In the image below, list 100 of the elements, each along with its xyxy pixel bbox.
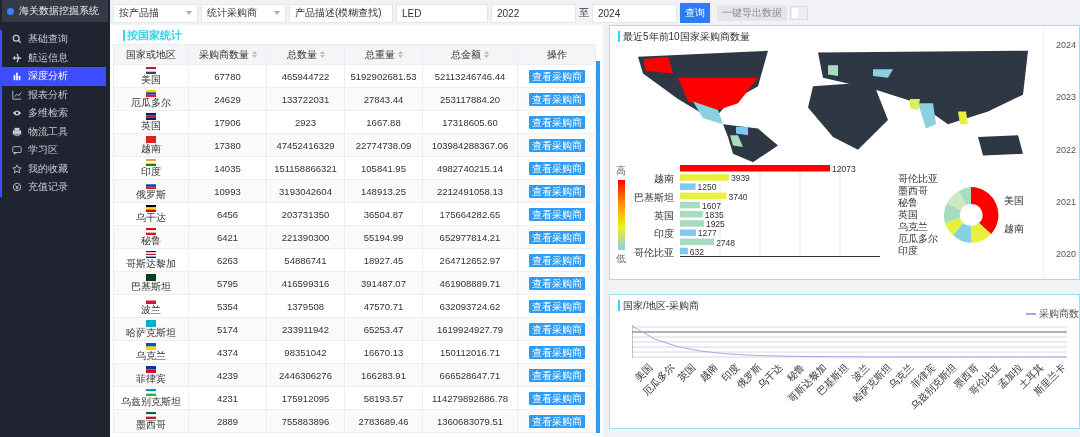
table-cell: 5192902681.53	[344, 64, 423, 88]
timeline-year[interactable]: 2021	[1055, 196, 1076, 207]
timeline-year[interactable]: 2023	[1055, 92, 1076, 103]
bar-value: 1925	[705, 219, 725, 230]
timeline-year[interactable]: 2022	[1055, 144, 1076, 155]
section-title: 按国家统计	[123, 30, 182, 41]
caret-icon	[186, 11, 192, 15]
column-header[interactable]: 总数量	[266, 44, 345, 65]
country-name: 菲律宾	[136, 373, 166, 384]
table-cell: 52113246746.44	[422, 64, 518, 88]
logo-icon	[7, 7, 14, 15]
caret-icon	[274, 11, 280, 15]
table-cell: 6456	[188, 202, 267, 226]
keyword-field[interactable]: LED	[396, 3, 488, 23]
printer-icon	[12, 126, 22, 137]
table-cell: 4982740215.14	[422, 156, 518, 180]
axis-label: 越南	[696, 361, 721, 386]
table-cell: 14035	[188, 156, 267, 180]
sidebar-item[interactable]: 深度分析	[2, 67, 106, 86]
sidebar-item[interactable]: 充值记录	[2, 178, 106, 197]
sidebar-item[interactable]: 物流工具	[2, 122, 106, 141]
sidebar-item[interactable]: 多维检索	[2, 104, 106, 123]
table-cell: 36504.87	[344, 202, 423, 226]
column-header[interactable]: 总重量	[344, 44, 423, 65]
country-name: 俄罗斯	[136, 189, 166, 200]
table-cell: 6263	[188, 248, 267, 272]
sidebar-item[interactable]: 学习区	[2, 141, 106, 160]
card-title: 国家/地区-采购商	[618, 300, 700, 311]
column-header: 国家或地区	[113, 44, 189, 65]
slice-label: 美国	[1004, 195, 1024, 207]
flag-icon	[146, 412, 156, 419]
flag-icon	[146, 343, 156, 350]
app-title: 海关数据挖掘系统	[19, 4, 99, 18]
bar	[680, 220, 704, 227]
column-header[interactable]: 采购商数量	[188, 44, 267, 65]
timeline-year[interactable]: 2024	[1055, 40, 1076, 50]
country-name: 哥斯达黎加	[126, 258, 176, 269]
query-button[interactable]: 查询	[680, 3, 710, 23]
year-from-field[interactable]: 2022	[491, 3, 576, 23]
scrollbar[interactable]	[596, 61, 600, 433]
table-cell: 54886741	[266, 248, 345, 272]
table-cell: 5354	[188, 294, 267, 318]
sort-icon[interactable]	[484, 51, 489, 58]
slice-label: 英国	[898, 209, 919, 221]
table-cell: 67780	[188, 64, 267, 88]
bar-value: 1607	[701, 200, 721, 211]
sidebar-item[interactable]: 我的收藏	[2, 159, 106, 178]
line-chart-icon	[12, 89, 22, 100]
country-name: 越南	[141, 143, 161, 154]
bar	[680, 229, 696, 236]
flag-icon	[146, 67, 156, 74]
country-name: 印度	[141, 166, 161, 177]
sort-icon[interactable]	[397, 51, 403, 58]
bar	[680, 211, 703, 218]
table-cell: 203731350	[266, 202, 345, 226]
table-cell: 150112016.71	[422, 340, 518, 364]
table-cell: 18927.45	[344, 248, 423, 272]
flag-icon	[146, 205, 156, 212]
bar-value: 1835	[704, 210, 724, 220]
table-cell: 2923	[266, 110, 345, 134]
slice-label: 秘鲁	[898, 197, 919, 209]
country-name: 巴基斯坦	[131, 281, 171, 292]
sort-icon[interactable]	[319, 51, 325, 58]
timeline-year[interactable]: 2020	[1055, 249, 1076, 259]
table-cell: 151158866321	[266, 156, 345, 180]
table-cell: 17906	[188, 110, 267, 134]
legend-label: 低	[616, 252, 626, 266]
axis-label: 英国	[654, 210, 674, 221]
axis-label: 英国	[675, 361, 699, 386]
sidebar-item[interactable]: 基础查询	[2, 30, 106, 49]
bar-value: 1277	[697, 228, 717, 239]
sidebar-item[interactable]: 航运信息	[2, 48, 106, 67]
sidebar-item[interactable]: 报表分析	[2, 85, 106, 104]
axis-label: 哥伦比亚	[634, 247, 674, 258]
table-cell: 47570.71	[344, 294, 423, 318]
year-to-field[interactable]: 2024	[592, 3, 677, 23]
bar	[680, 174, 729, 181]
bar-value: 3939	[730, 173, 750, 184]
flag-icon	[146, 136, 156, 143]
column-header[interactable]: 总金额	[422, 44, 518, 65]
plane-icon	[12, 52, 22, 63]
country-name: 英国	[141, 120, 161, 131]
bar-value: 2748	[716, 237, 736, 248]
toggle-switch[interactable]	[790, 6, 808, 20]
country-name: 波兰	[141, 304, 161, 315]
country-name: 哈萨克斯坦	[126, 327, 176, 338]
field-mode-dropdown[interactable]: 产品描述(模糊查找)	[289, 3, 393, 23]
chat-icon	[12, 145, 22, 156]
coin-icon	[12, 182, 22, 193]
flag-icon	[146, 113, 156, 120]
flag-icon	[146, 159, 156, 166]
search-mode-dropdown[interactable]: 按产品描	[113, 3, 198, 23]
slice-label: 墨西哥	[898, 185, 929, 197]
table-cell: 264712652.97	[422, 248, 518, 272]
country-name: 乌干达	[136, 212, 166, 223]
sort-icon[interactable]	[251, 51, 257, 58]
axis-label: 越南	[654, 174, 674, 185]
legend-label: 高	[616, 164, 626, 178]
stat-mode-dropdown[interactable]: 统计采购商	[201, 3, 286, 23]
color-scale[interactable]	[617, 180, 625, 250]
